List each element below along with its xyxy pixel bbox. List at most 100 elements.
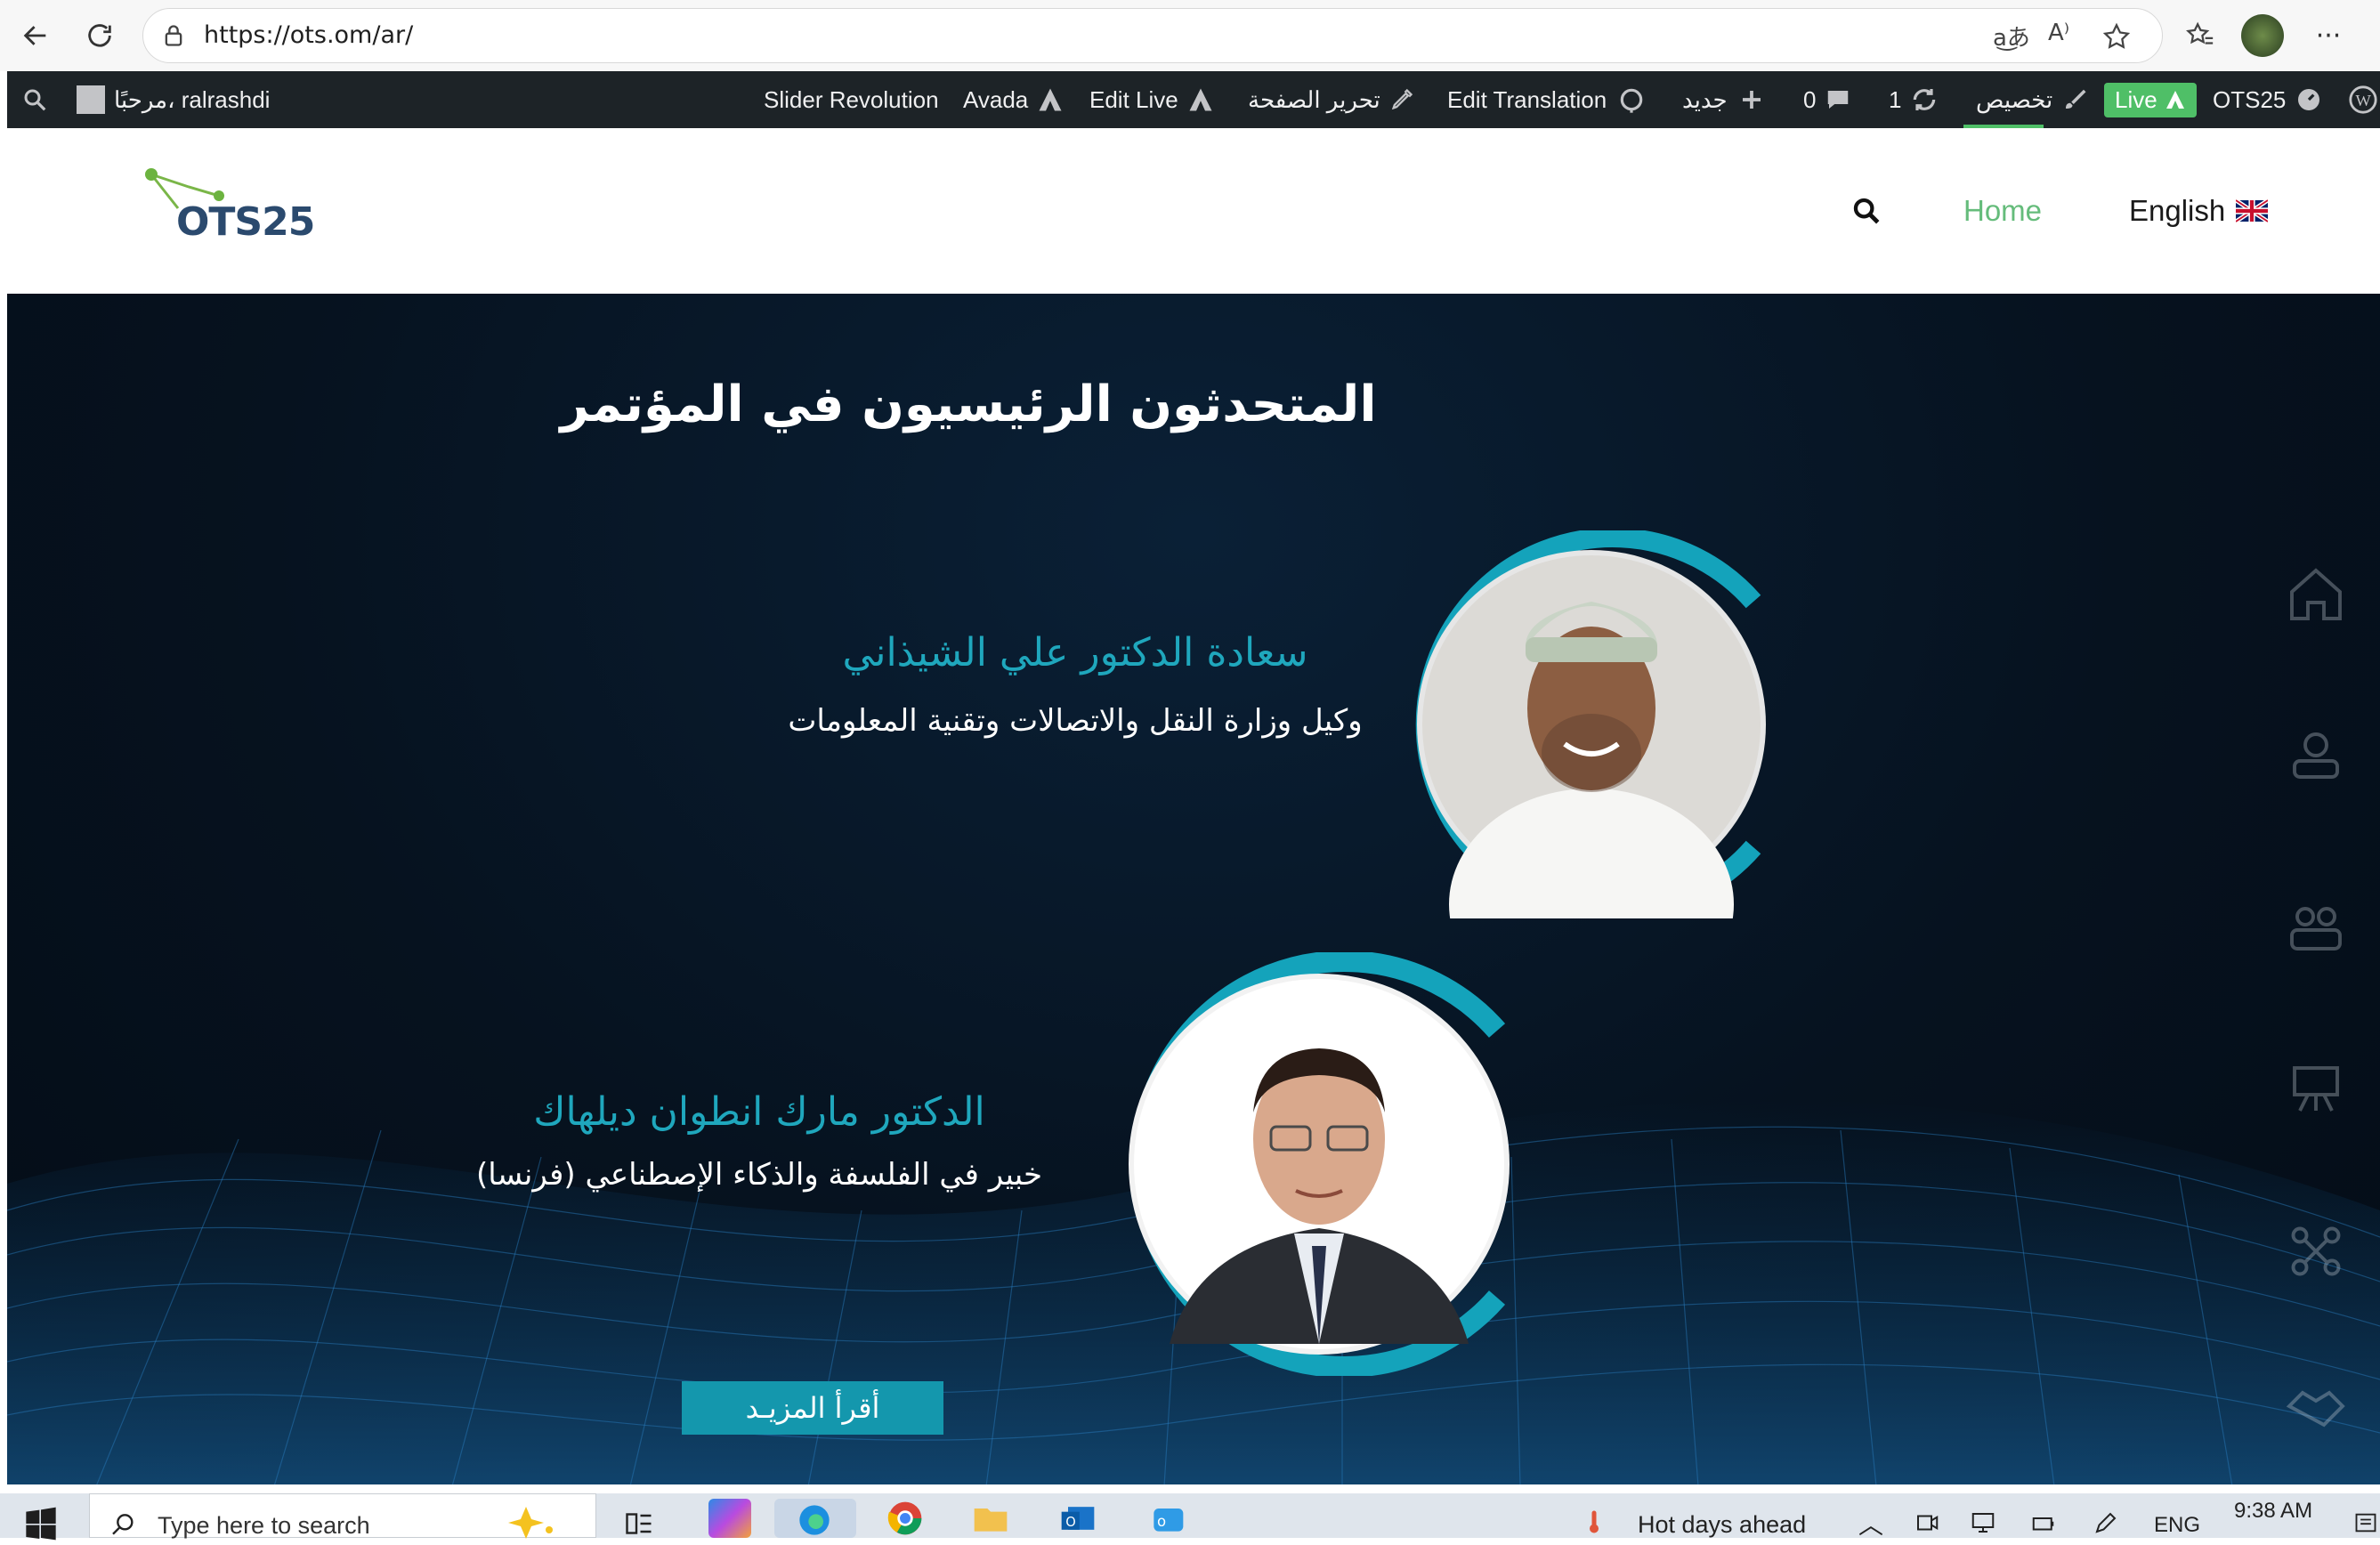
notifications-icon[interactable] (2353, 1509, 2378, 1536)
speaker-1-role: وكيل وزارة النقل والاتصالات وتقنية المعل… (788, 703, 1363, 739)
plus-icon (1742, 91, 1761, 109)
updates-menu[interactable]: 1 (1889, 71, 1939, 128)
edge-icon (799, 1505, 830, 1535)
chrome-app-icon[interactable] (885, 1499, 927, 1538)
admin-search-icon[interactable] (21, 71, 48, 128)
outlook-app-icon[interactable]: O (1057, 1499, 1100, 1538)
wp-admin-bar: مرحبًا، ralrashdi Slider Revolution Avad… (7, 71, 2380, 128)
edit-live-menu[interactable]: Edit Live (1089, 71, 1214, 128)
translate-icon[interactable]: a͜あ (1993, 20, 2030, 53)
site-header: OTS25 Home English (7, 128, 2380, 294)
browser-toolbar: https://ots.om/ar/ a͜あ A⁾ ··· (0, 0, 2380, 71)
slider-revolution-menu[interactable]: Slider Revolution (764, 71, 939, 128)
clock-time[interactable]: 9:38 AM (2234, 1499, 2312, 1524)
taskbar-search-input[interactable]: Type here to search (89, 1493, 596, 1539)
meet-now-icon[interactable] (1914, 1509, 1940, 1536)
file-explorer-icon[interactable] (970, 1499, 1013, 1538)
edit-live-label: Edit Live (1089, 85, 1178, 113)
my-account-menu[interactable]: مرحبًا، ralrashdi (77, 71, 270, 128)
customize-menu[interactable]: تخصيص (1976, 71, 2088, 128)
comment-bubble-icon (1828, 91, 1849, 109)
edit-page-label: تحرير الصفحة (1248, 85, 1380, 113)
outlook-new-app-icon[interactable]: o (1146, 1499, 1189, 1538)
favorite-star-icon[interactable] (2101, 21, 2132, 52)
windows-start-icon[interactable] (23, 1506, 59, 1545)
pen-icon[interactable] (2092, 1509, 2120, 1536)
translation-icon (1620, 88, 1643, 113)
live-status-menu[interactable]: Live (2104, 71, 2197, 128)
back-button[interactable] (12, 12, 59, 59)
pencil-icon (1391, 88, 1413, 110)
copilot-app-icon[interactable] (708, 1499, 751, 1538)
avada-logo-icon (1039, 88, 1062, 111)
wordpress-logo-icon[interactable]: W (2348, 71, 2378, 128)
language-label: English (2129, 194, 2226, 227)
paintbrush-icon (2066, 89, 2086, 109)
edit-translation-menu[interactable]: Edit Translation (1447, 71, 1646, 128)
tray-expand-icon[interactable]: ︿ (1858, 1506, 1883, 1541)
dashboard-gauge-icon (2298, 89, 2320, 110)
comments-menu[interactable]: 0 (1803, 71, 1851, 128)
site-name-menu[interactable]: OTS25 (2213, 71, 2323, 128)
avada-label: Avada (963, 85, 1029, 113)
comments-count: 0 (1803, 85, 1817, 113)
speaker-2-role: خبير في الفلسفة والذكاء الإصطناعي (فرنسا… (475, 1157, 1043, 1193)
group-icon[interactable] (2284, 895, 2348, 959)
speaker-2-portrait[interactable] (1107, 950, 1531, 1378)
search-icon (112, 1514, 134, 1535)
portrait-ring-icon (1415, 528, 1766, 1020)
svg-text:O: O (1065, 1515, 1076, 1530)
svg-text:W: W (2356, 92, 2372, 109)
presentation-icon[interactable] (2284, 1057, 2348, 1121)
slider-revolution-label: Slider Revolution (764, 85, 939, 113)
customize-label: تخصيص (1976, 85, 2053, 113)
reload-icon (88, 24, 111, 47)
battery-icon[interactable] (2029, 1509, 2058, 1536)
edit-page-menu[interactable]: تحرير الصفحة (1248, 71, 1414, 128)
home-icon[interactable] (2284, 562, 2348, 627)
weather-thermometer-icon[interactable] (1581, 1506, 1607, 1541)
speaker-1-portrait[interactable] (1397, 528, 1785, 1020)
search-highlight-icon (508, 1507, 553, 1539)
windows-taskbar: Type here to search O o Hot days ahead ︿… (0, 1493, 2380, 1541)
new-label: جديد (1682, 85, 1728, 113)
speakers-hero-section: المتحدثون الرئيسيون في المؤتمر سعادة الد… (7, 294, 2380, 1484)
user-avatar (77, 85, 105, 114)
edit-translation-label: Edit Translation (1447, 85, 1607, 113)
portrait-ring-icon (1129, 950, 1510, 1378)
taskbar-search-placeholder: Type here to search (158, 1512, 370, 1539)
svg-text:o: o (1157, 1513, 1166, 1530)
avada-menu[interactable]: Avada (963, 71, 1064, 128)
favorites-icon[interactable] (2181, 16, 2220, 55)
more-menu-icon[interactable]: ··· (2309, 16, 2348, 55)
profile-avatar[interactable] (2241, 14, 2284, 57)
weather-text[interactable]: Hot days ahead (1638, 1511, 1806, 1539)
lock-icon (165, 25, 182, 46)
site-name-label: OTS25 (2213, 85, 2287, 113)
greeting-text: مرحبًا، ralrashdi (114, 85, 271, 113)
task-view-icon[interactable] (623, 1508, 655, 1543)
header-search-icon[interactable] (1851, 196, 1882, 230)
logo-text: OTS25 (176, 199, 315, 245)
read-aloud-icon[interactable]: A⁾ (2048, 20, 2069, 46)
section-title: المتحدثون الرئيسيون في المؤتمر (560, 376, 1377, 433)
arrow-left-icon (23, 26, 46, 45)
site-logo[interactable]: OTS25 (137, 164, 315, 253)
input-language[interactable]: ENG (2154, 1513, 2200, 1538)
speaker-2-name[interactable]: الدكتور مارك انطوان ديلهاك (381, 1089, 1137, 1135)
nav-home[interactable]: Home (1963, 194, 2042, 228)
network-display-icon[interactable] (1969, 1509, 1997, 1536)
address-bar[interactable]: https://ots.om/ar/ a͜あ A⁾ (142, 8, 2163, 63)
network-icon[interactable] (2284, 1219, 2348, 1283)
url-text: https://ots.om/ar/ (204, 21, 414, 49)
handshake-icon[interactable] (2284, 1374, 2348, 1438)
reload-button[interactable] (77, 12, 123, 59)
updates-count: 1 (1889, 85, 1902, 113)
nav-language-switcher[interactable]: English (2129, 194, 2269, 228)
speaker-1-name[interactable]: سعادة الدكتور علي الشيذاني (684, 630, 1467, 675)
edge-app-button[interactable] (774, 1499, 856, 1538)
read-more-button[interactable]: أقرأ المزيـد (682, 1381, 943, 1435)
avada-logo-icon (2165, 91, 2184, 109)
user-desk-icon[interactable] (2284, 726, 2348, 790)
new-content-menu[interactable]: جديد (1682, 71, 1765, 128)
